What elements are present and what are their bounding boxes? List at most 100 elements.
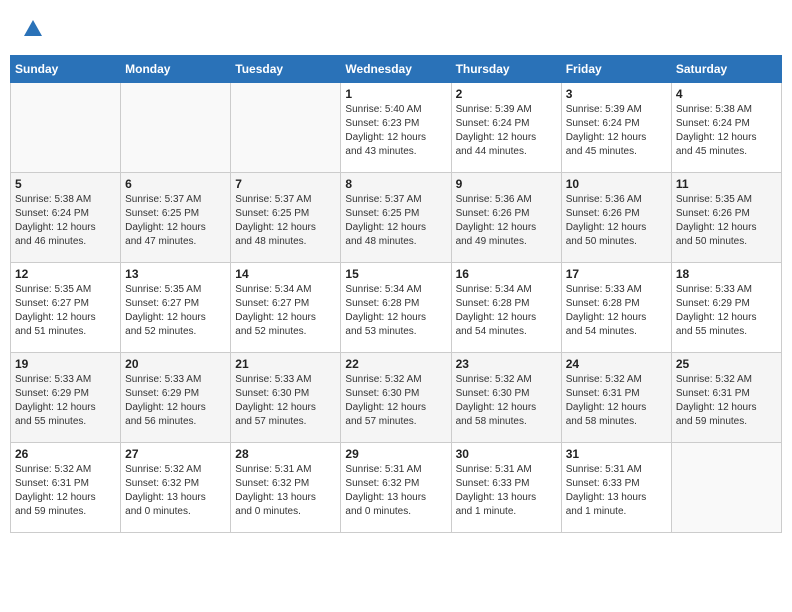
day-number: 26 [15, 447, 116, 461]
calendar-week-2: 5 Sunrise: 5:38 AMSunset: 6:24 PMDaylight… [11, 173, 782, 263]
day-info: Sunrise: 5:31 AMSunset: 6:33 PMDaylight:… [566, 463, 667, 519]
calendar-cell: 1 Sunrise: 5:40 AMSunset: 6:23 PMDaylight… [341, 83, 451, 173]
calendar-cell: 31Sunrise: 5:31 AMSunset: 6:33 PMDayligh… [561, 443, 671, 533]
day-number: 19 [15, 357, 116, 371]
calendar-cell: 27Sunrise: 5:32 AMSunset: 6:32 PMDayligh… [121, 443, 231, 533]
day-info: Sunrise: 5:38 AMSunset: 6:24 PMDaylight:… [15, 193, 116, 249]
day-number: 1 [345, 87, 446, 101]
day-number: 30 [456, 447, 557, 461]
calendar-header-friday: Friday [561, 56, 671, 83]
calendar-cell: 23Sunrise: 5:32 AMSunset: 6:30 PMDayligh… [451, 353, 561, 443]
day-info: Sunrise: 5:32 AMSunset: 6:31 PMDaylight:… [676, 373, 777, 429]
calendar-cell: 20 Sunrise: 5:33 AMSunset: 6:29 PMDayligh… [121, 353, 231, 443]
calendar-cell: 5 Sunrise: 5:38 AMSunset: 6:24 PMDaylight… [11, 173, 121, 263]
calendar-cell: 4 Sunrise: 5:38 AMSunset: 6:24 PMDaylight… [671, 83, 781, 173]
day-info: Sunrise: 5:35 AMSunset: 6:27 PMDaylight:… [15, 283, 116, 339]
day-number: 28 [235, 447, 336, 461]
day-info: Sunrise: 5:40 AMSunset: 6:23 PMDaylight:… [345, 103, 446, 159]
day-number: 13 [125, 267, 226, 281]
calendar-header-sunday: Sunday [11, 56, 121, 83]
day-number: 25 [676, 357, 777, 371]
calendar-table: SundayMondayTuesdayWednesdayThursdayFrid… [10, 55, 782, 533]
calendar-cell: 3 Sunrise: 5:39 AMSunset: 6:24 PMDaylight… [561, 83, 671, 173]
calendar-cell: 2 Sunrise: 5:39 AMSunset: 6:24 PMDaylight… [451, 83, 561, 173]
day-info: Sunrise: 5:34 AMSunset: 6:28 PMDaylight:… [456, 283, 557, 339]
day-number: 7 [235, 177, 336, 191]
calendar-cell: 9 Sunrise: 5:36 AMSunset: 6:26 PMDaylight… [451, 173, 561, 263]
page-header [10, 10, 782, 49]
day-number: 29 [345, 447, 446, 461]
day-info: Sunrise: 5:33 AMSunset: 6:29 PMDaylight:… [15, 373, 116, 429]
day-number: 9 [456, 177, 557, 191]
calendar-header-monday: Monday [121, 56, 231, 83]
day-info: Sunrise: 5:32 AMSunset: 6:32 PMDaylight:… [125, 463, 226, 519]
calendar-cell [231, 83, 341, 173]
day-info: Sunrise: 5:37 AMSunset: 6:25 PMDaylight:… [345, 193, 446, 249]
calendar-cell [11, 83, 121, 173]
day-info: Sunrise: 5:36 AMSunset: 6:26 PMDaylight:… [566, 193, 667, 249]
calendar-cell: 30 Sunrise: 5:31 AMSunset: 6:33 PMDayligh… [451, 443, 561, 533]
day-info: Sunrise: 5:38 AMSunset: 6:24 PMDaylight:… [676, 103, 777, 159]
day-info: Sunrise: 5:36 AMSunset: 6:26 PMDaylight:… [456, 193, 557, 249]
calendar-week-3: 12Sunrise: 5:35 AMSunset: 6:27 PMDayligh… [11, 263, 782, 353]
day-number: 14 [235, 267, 336, 281]
calendar-cell: 8Sunrise: 5:37 AMSunset: 6:25 PMDaylight… [341, 173, 451, 263]
day-info: Sunrise: 5:31 AMSunset: 6:32 PMDaylight:… [345, 463, 446, 519]
calendar-cell: 14 Sunrise: 5:34 AMSunset: 6:27 PMDayligh… [231, 263, 341, 353]
logo-text [20, 18, 44, 45]
calendar-cell: 22 Sunrise: 5:32 AMSunset: 6:30 PMDayligh… [341, 353, 451, 443]
day-number: 4 [676, 87, 777, 101]
calendar-header-row: SundayMondayTuesdayWednesdayThursdayFrid… [11, 56, 782, 83]
calendar-cell: 11Sunrise: 5:35 AMSunset: 6:26 PMDayligh… [671, 173, 781, 263]
calendar-cell: 19 Sunrise: 5:33 AMSunset: 6:29 PMDayligh… [11, 353, 121, 443]
calendar-cell: 12Sunrise: 5:35 AMSunset: 6:27 PMDayligh… [11, 263, 121, 353]
day-info: Sunrise: 5:39 AMSunset: 6:24 PMDaylight:… [456, 103, 557, 159]
day-info: Sunrise: 5:32 AMSunset: 6:30 PMDaylight:… [345, 373, 446, 429]
calendar-cell: 18 Sunrise: 5:33 AMSunset: 6:29 PMDayligh… [671, 263, 781, 353]
calendar-cell: 17 Sunrise: 5:33 AMSunset: 6:28 PMDayligh… [561, 263, 671, 353]
day-number: 24 [566, 357, 667, 371]
calendar-cell: 28 Sunrise: 5:31 AMSunset: 6:32 PMDayligh… [231, 443, 341, 533]
day-info: Sunrise: 5:37 AMSunset: 6:25 PMDaylight:… [235, 193, 336, 249]
logo [20, 18, 44, 45]
day-info: Sunrise: 5:32 AMSunset: 6:31 PMDaylight:… [566, 373, 667, 429]
calendar-cell: 6Sunrise: 5:37 AMSunset: 6:25 PMDaylight… [121, 173, 231, 263]
calendar-cell: 26 Sunrise: 5:32 AMSunset: 6:31 PMDayligh… [11, 443, 121, 533]
calendar-cell: 24 Sunrise: 5:32 AMSunset: 6:31 PMDayligh… [561, 353, 671, 443]
calendar-week-4: 19 Sunrise: 5:33 AMSunset: 6:29 PMDayligh… [11, 353, 782, 443]
calendar-cell [121, 83, 231, 173]
day-number: 22 [345, 357, 446, 371]
day-info: Sunrise: 5:31 AMSunset: 6:33 PMDaylight:… [456, 463, 557, 519]
calendar-cell: 21Sunrise: 5:33 AMSunset: 6:30 PMDayligh… [231, 353, 341, 443]
calendar-week-1: 1 Sunrise: 5:40 AMSunset: 6:23 PMDaylight… [11, 83, 782, 173]
day-number: 15 [345, 267, 446, 281]
calendar-header-thursday: Thursday [451, 56, 561, 83]
day-info: Sunrise: 5:33 AMSunset: 6:29 PMDaylight:… [125, 373, 226, 429]
calendar-header-tuesday: Tuesday [231, 56, 341, 83]
calendar-cell: 13 Sunrise: 5:35 AMSunset: 6:27 PMDayligh… [121, 263, 231, 353]
day-info: Sunrise: 5:39 AMSunset: 6:24 PMDaylight:… [566, 103, 667, 159]
day-info: Sunrise: 5:33 AMSunset: 6:29 PMDaylight:… [676, 283, 777, 339]
logo-icon [22, 18, 44, 40]
calendar-cell: 10 Sunrise: 5:36 AMSunset: 6:26 PMDayligh… [561, 173, 671, 263]
calendar-week-5: 26 Sunrise: 5:32 AMSunset: 6:31 PMDayligh… [11, 443, 782, 533]
day-number: 6 [125, 177, 226, 191]
day-number: 17 [566, 267, 667, 281]
day-number: 2 [456, 87, 557, 101]
day-number: 5 [15, 177, 116, 191]
day-info: Sunrise: 5:31 AMSunset: 6:32 PMDaylight:… [235, 463, 336, 519]
day-info: Sunrise: 5:34 AMSunset: 6:28 PMDaylight:… [345, 283, 446, 339]
day-number: 3 [566, 87, 667, 101]
day-number: 20 [125, 357, 226, 371]
day-number: 10 [566, 177, 667, 191]
day-info: Sunrise: 5:33 AMSunset: 6:28 PMDaylight:… [566, 283, 667, 339]
day-info: Sunrise: 5:32 AMSunset: 6:31 PMDaylight:… [15, 463, 116, 519]
day-number: 11 [676, 177, 777, 191]
calendar-cell: 25 Sunrise: 5:32 AMSunset: 6:31 PMDayligh… [671, 353, 781, 443]
day-info: Sunrise: 5:35 AMSunset: 6:27 PMDaylight:… [125, 283, 226, 339]
calendar-cell: 29 Sunrise: 5:31 AMSunset: 6:32 PMDayligh… [341, 443, 451, 533]
day-number: 16 [456, 267, 557, 281]
day-info: Sunrise: 5:34 AMSunset: 6:27 PMDaylight:… [235, 283, 336, 339]
day-number: 18 [676, 267, 777, 281]
day-info: Sunrise: 5:32 AMSunset: 6:30 PMDaylight:… [456, 373, 557, 429]
